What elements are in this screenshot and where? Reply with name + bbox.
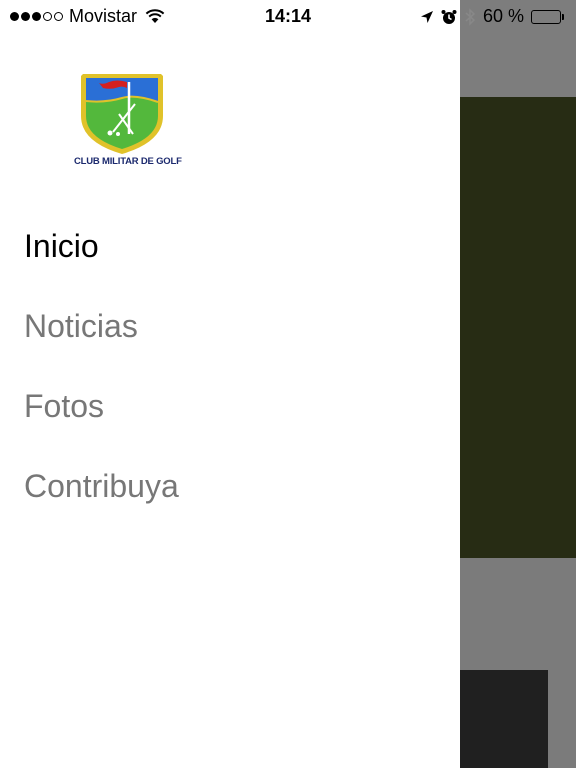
drawer-menu: Inicio Noticias Fotos Contribuya [24, 226, 179, 546]
side-drawer: CLUB MILITAR DE GOLF Inicio Noticias Fot… [0, 0, 460, 768]
background-app-content[interactable] [460, 0, 576, 768]
menu-item-inicio[interactable]: Inicio [24, 226, 179, 306]
golf-crest-icon [81, 74, 163, 154]
battery-percentage: 60 % [482, 6, 524, 26]
background-card [460, 670, 548, 768]
background-photo [460, 97, 576, 558]
club-name-caption: CLUB MILITAR DE GOLF [74, 156, 182, 167]
menu-item-noticias[interactable]: Noticias [24, 306, 179, 386]
club-logo: CLUB MILITAR DE GOLF [74, 70, 182, 170]
status-bar: Movistar 14:14 60 % [0, 0, 576, 34]
alarm-clock-icon [441, 9, 457, 24]
bluetooth-icon [465, 7, 476, 26]
menu-item-fotos[interactable]: Fotos [24, 386, 179, 466]
background-gap [460, 558, 576, 650]
location-arrow-icon [420, 10, 433, 23]
menu-item-contribuya[interactable]: Contribuya [24, 466, 179, 546]
battery-icon [531, 9, 564, 24]
status-right: 60 % [420, 6, 564, 27]
